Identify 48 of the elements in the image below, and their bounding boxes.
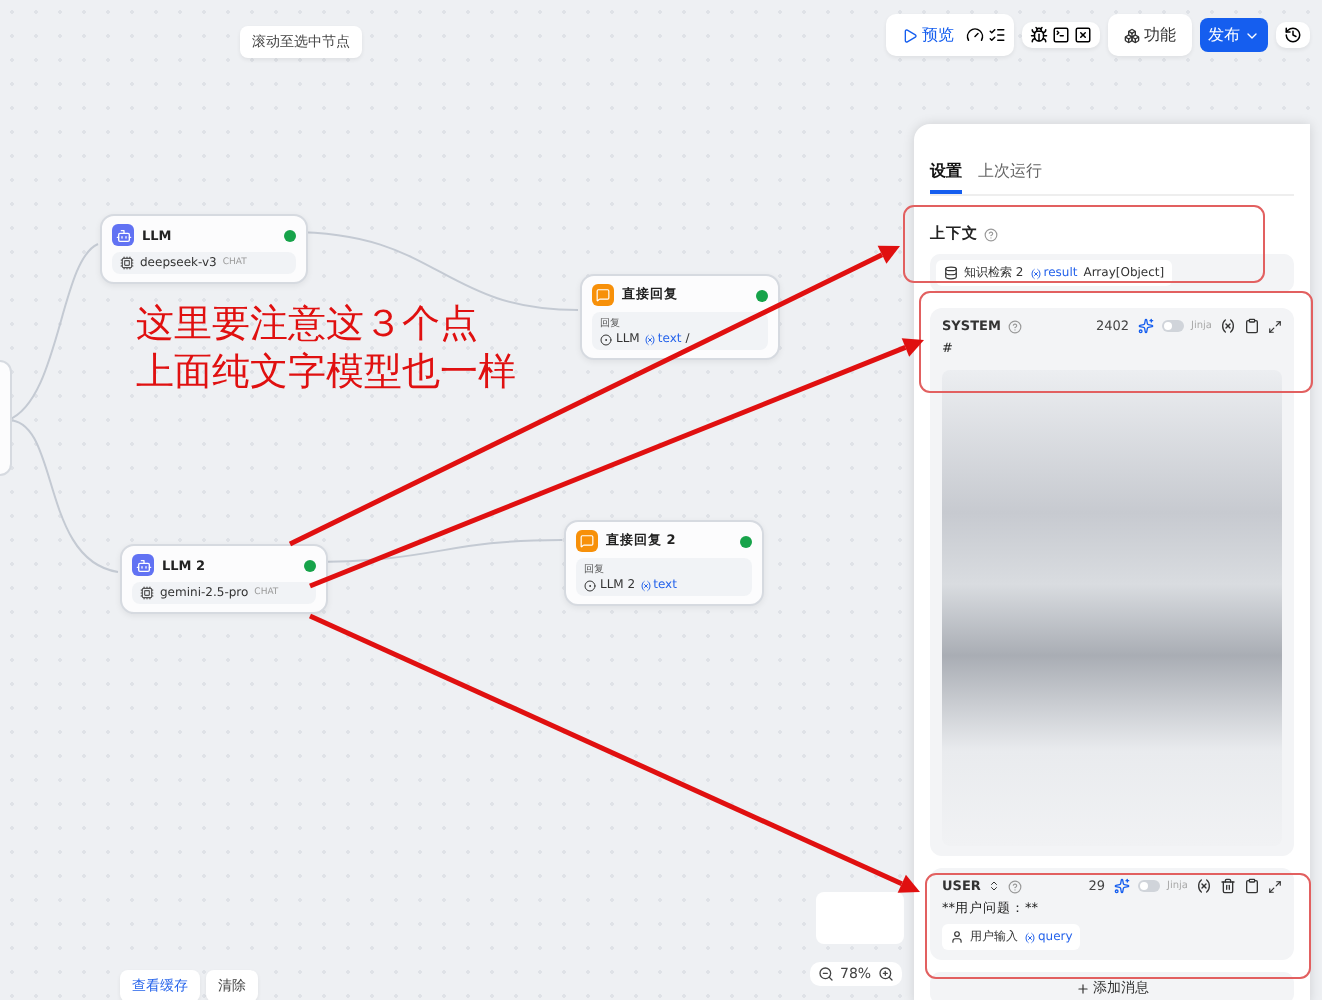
message-icon: [576, 530, 598, 552]
node-ref-icon: [584, 579, 596, 591]
robot-icon: [132, 554, 154, 576]
clipboard-icon: [1244, 878, 1260, 894]
variable-icon: [1220, 318, 1236, 334]
play-icon: [902, 27, 918, 43]
close-box-icon: [1074, 26, 1092, 44]
zoom-out-icon: [818, 966, 834, 982]
annotation-text: 这里要注意这３个点 上面纯文字模型也一样: [136, 300, 516, 396]
bug-icon: [1030, 26, 1048, 44]
database-icon: [944, 266, 958, 280]
gauge-icon: [966, 26, 984, 44]
variable-icon: [1024, 931, 1036, 943]
sparkle-icon: [1113, 878, 1129, 894]
help-icon: [1008, 319, 1023, 333]
panel-tab[interactable]: 设置: [930, 156, 962, 194]
status-dot-icon: [740, 535, 752, 547]
checklist-icon: [988, 26, 1006, 44]
history-icon: [1284, 26, 1302, 44]
jinja-switch[interactable]: [1161, 320, 1183, 332]
chip-icon: [120, 256, 134, 270]
sparkle-icon: [1137, 318, 1153, 334]
boxes-icon: [1124, 27, 1140, 43]
terminal-icon: [1052, 26, 1070, 44]
variable-icon: [643, 333, 656, 345]
expand-icon: [1268, 879, 1282, 893]
panel-tab[interactable]: 上次运行: [978, 156, 1042, 194]
variable-icon: [1029, 267, 1042, 279]
help-icon: [1008, 879, 1023, 893]
chip-icon: [140, 586, 154, 600]
node-ref-icon: [600, 333, 612, 345]
minimap[interactable]: [816, 892, 904, 944]
help-icon: [984, 227, 998, 241]
variable-icon: [639, 579, 652, 591]
publish-button[interactable]: 发布: [1200, 18, 1268, 52]
user-icon: [950, 930, 964, 944]
zoom-in-icon: [877, 966, 894, 982]
message-icon: [592, 284, 614, 306]
jinja-switch[interactable]: [1137, 880, 1159, 892]
plus-icon: [1075, 981, 1089, 995]
trash-icon: [1220, 878, 1236, 894]
robot-icon: [112, 224, 134, 246]
expand-icon: [1268, 319, 1282, 333]
variable-icon: [1196, 878, 1212, 894]
status-dot-icon: [284, 229, 296, 241]
status-dot-icon: [304, 559, 316, 571]
status-dot-icon: [756, 289, 768, 301]
clipboard-icon: [1244, 318, 1260, 334]
